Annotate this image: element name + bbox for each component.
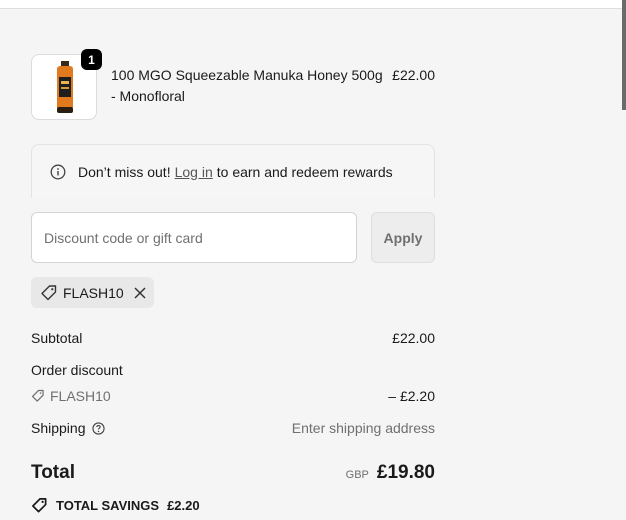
- total-savings: TOTAL SAVINGS £2.20: [31, 497, 200, 514]
- discount-code-group: FLASH10: [31, 388, 111, 404]
- total-amount-group: GBP £19.80: [346, 462, 435, 484]
- savings-value: £2.20: [167, 498, 200, 513]
- total-value: £19.80: [376, 462, 435, 483]
- applied-code-label: FLASH10: [63, 284, 124, 301]
- shipping-value: Enter shipping address: [291, 420, 435, 436]
- discount-code-row: FLASH10 – £2.20: [31, 388, 435, 404]
- subtotal-row: Subtotal £22.00: [31, 330, 435, 346]
- subtotal-label: Subtotal: [31, 330, 83, 346]
- scrollbar-thumb[interactable]: [622, 0, 626, 110]
- total-label: Total: [31, 462, 75, 483]
- header-bar: [0, 0, 626, 9]
- rewards-prefix: Don’t miss out!: [78, 163, 171, 180]
- savings-label: TOTAL SAVINGS: [56, 498, 160, 513]
- question-circle-icon[interactable]: [91, 421, 105, 435]
- tag-icon: [31, 389, 45, 403]
- rewards-banner: Don’t miss out! Log in to earn and redee…: [31, 144, 435, 198]
- order-discount-row: Order discount: [31, 362, 435, 378]
- rewards-suffix: to earn and redeem rewards: [216, 163, 393, 180]
- tag-icon: [40, 284, 58, 302]
- shipping-label-group: Shipping: [31, 420, 105, 436]
- login-link[interactable]: Log in: [175, 164, 213, 180]
- shipping-row: Shipping Enter shipping address: [31, 420, 435, 436]
- discount-value: – £2.20: [388, 388, 435, 404]
- total-row: Total GBP £19.80: [31, 462, 435, 484]
- shipping-label: Shipping: [31, 420, 86, 436]
- tag-icon: [31, 497, 48, 514]
- quantity-badge: 1: [81, 49, 102, 70]
- info-icon: [50, 164, 66, 180]
- product-price: £22.00: [392, 67, 435, 83]
- line-item: 1 100 MGO Squeezable Manuka Honey 500g -…: [31, 49, 435, 120]
- close-icon[interactable]: [133, 286, 147, 300]
- order-discount-label: Order discount: [31, 362, 123, 378]
- discount-code-label: FLASH10: [50, 388, 111, 404]
- discount-code-input[interactable]: [31, 212, 357, 263]
- currency-code: GBP: [345, 469, 369, 481]
- apply-button[interactable]: Apply: [371, 212, 435, 263]
- product-name: 100 MGO Squeezable Manuka Honey 500g - M…: [111, 67, 383, 104]
- applied-code-chip: FLASH10: [31, 277, 154, 308]
- subtotal-value: £22.00: [392, 330, 435, 346]
- honey-bottle-image: [57, 61, 73, 113]
